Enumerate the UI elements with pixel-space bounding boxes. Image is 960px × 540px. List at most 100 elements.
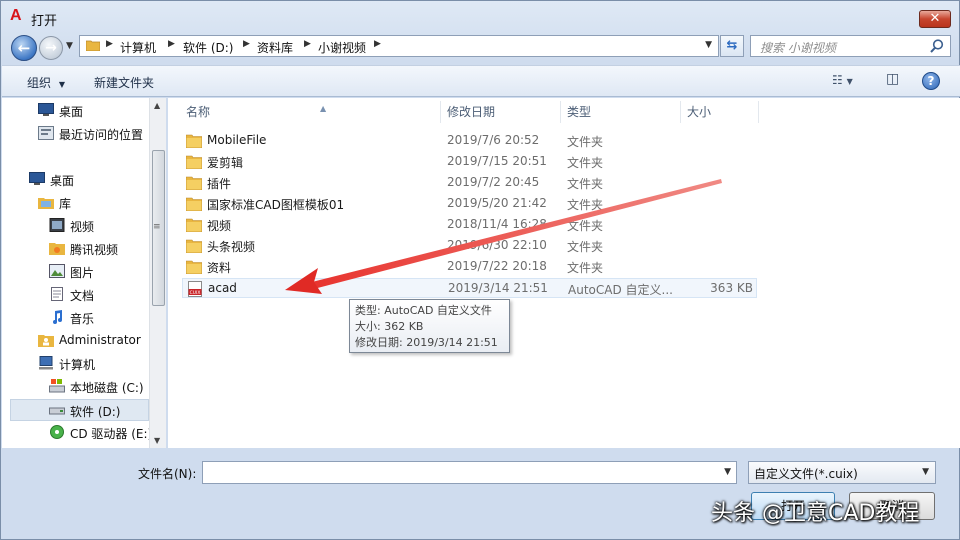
arrow-left-icon: ← xyxy=(17,39,31,57)
preview-pane-icon[interactable]: ◫ xyxy=(886,71,899,87)
nav-item-drive-d[interactable]: 软件 (D:) xyxy=(10,399,149,421)
recent-places-icon xyxy=(38,126,54,140)
file-name: 资料 xyxy=(207,261,232,275)
window-title: 打开 xyxy=(31,14,58,29)
sort-ascending-icon: ▲ xyxy=(320,104,327,113)
tooltip-type: 类型: AutoCAD 自定义文件 xyxy=(355,304,492,317)
breadcrumb-separator[interactable]: ▶ xyxy=(374,39,381,49)
breadcrumb-separator[interactable]: ▶ xyxy=(243,39,250,49)
breadcrumb-drive-d[interactable]: 软件 (D:) xyxy=(183,39,233,56)
back-button[interactable]: ← xyxy=(11,35,37,61)
breadcrumb-computer[interactable]: 计算机 xyxy=(120,39,156,56)
file-tooltip: 类型: AutoCAD 自定义文件 大小: 362 KB 修改日期: 2019/… xyxy=(349,299,510,353)
file-row[interactable]: 视频 2018/11/4 16:28 文件夹 xyxy=(182,215,757,235)
file-list[interactable]: ▲ 名称 修改日期 类型 大小 MobileFile 2019/7/6 20:52… xyxy=(168,98,960,448)
library-icon xyxy=(38,198,54,209)
file-name: 国家标准CAD图框模板01 xyxy=(207,198,345,212)
filename-label: 文件名(N): xyxy=(138,467,197,481)
open-file-dialog: A 打开 ✕ ← → ▼ ▶ 计算机 ▶ 软件 (D:) ▶ 资料库 ▶ 小谢视… xyxy=(0,0,960,540)
file-date: 2019/7/15 20:51 xyxy=(447,154,547,168)
user-folder-icon xyxy=(38,335,54,347)
title-bar[interactable]: A 打开 ✕ xyxy=(1,1,959,35)
scroll-down-icon[interactable]: ▼ xyxy=(154,436,160,445)
folder-icon xyxy=(186,134,202,148)
help-icon[interactable]: ? xyxy=(922,72,940,90)
navigation-pane[interactable]: 桌面 最近访问的位置 桌面 库 视频 腾讯视频 图片 文档 音乐 Adminis… xyxy=(2,98,166,448)
file-date: 2019/7/2 20:45 xyxy=(447,175,540,189)
file-type: AutoCAD 自定义... xyxy=(568,283,673,297)
breadcrumb-separator[interactable]: ▶ xyxy=(304,39,311,49)
filetype-select[interactable]: 自定义文件(*.cuix) ▼ xyxy=(748,461,936,484)
column-header-name[interactable]: ▲ 名称 xyxy=(180,101,441,123)
command-bar: 组织 ▼ 新建文件夹 ☷ ▼ ◫ ? xyxy=(2,65,960,97)
address-bar[interactable]: ▶ 计算机 ▶ 软件 (D:) ▶ 资料库 ▶ 小谢视频 ▶ ▼ xyxy=(79,35,719,57)
cd-drive-icon xyxy=(50,425,64,439)
watermark-text: 头条 @卫意CAD教程 xyxy=(711,501,920,526)
file-type: 文件夹 xyxy=(567,177,604,191)
recent-locations-dropdown[interactable]: ▼ xyxy=(66,41,73,51)
refresh-button[interactable]: ⇆ xyxy=(720,35,744,57)
file-name: 视频 xyxy=(207,219,232,233)
desktop-icon xyxy=(29,172,45,185)
column-header-size[interactable]: 大小 xyxy=(681,101,759,123)
breadcrumb-library[interactable]: 资料库 xyxy=(257,39,293,56)
file-type: 文件夹 xyxy=(567,261,604,275)
filename-combobox[interactable]: ▼ xyxy=(202,461,737,484)
organize-button[interactable]: 组织 ▼ xyxy=(27,74,65,91)
breadcrumb-separator[interactable]: ▶ xyxy=(106,39,113,49)
file-type: 文件夹 xyxy=(567,240,604,254)
folder-icon xyxy=(186,155,202,169)
file-date: 2019/7/22 20:18 xyxy=(447,259,547,273)
breadcrumb-separator[interactable]: ▶ xyxy=(168,39,175,49)
organize-label: 组织 xyxy=(27,76,52,90)
file-row[interactable]: 爱剪辑 2019/7/15 20:51 文件夹 xyxy=(182,152,757,172)
nav-scrollbar[interactable]: ▲ ≡ ▼ xyxy=(149,98,166,448)
column-header-type[interactable]: 类型 xyxy=(561,101,681,123)
file-type: 文件夹 xyxy=(567,135,604,149)
folder-icon xyxy=(186,176,202,190)
file-row[interactable]: MobileFile 2019/7/6 20:52 文件夹 xyxy=(182,131,757,151)
autocad-app-icon: A xyxy=(10,7,22,24)
scroll-up-icon[interactable]: ▲ xyxy=(154,101,160,110)
file-row[interactable]: 国家标准CAD图框模板01 2019/5/20 21:42 文件夹 xyxy=(182,194,757,214)
column-header-date[interactable]: 修改日期 xyxy=(441,101,561,123)
file-date: 2019/7/6 20:52 xyxy=(447,133,540,147)
file-row[interactable]: 插件 2019/7/2 20:45 文件夹 xyxy=(182,173,757,193)
file-name: acad xyxy=(208,281,237,295)
file-date: 2019/6/30 22:10 xyxy=(447,238,547,252)
search-input[interactable]: 搜索 小谢视频 xyxy=(760,39,836,56)
chevron-down-icon[interactable]: ▼ xyxy=(724,467,731,477)
file-date: 2019/3/14 21:51 xyxy=(448,281,548,295)
computer-icon xyxy=(39,356,53,370)
svg-text:CUIX: CUIX xyxy=(190,290,201,296)
file-name: 头条视频 xyxy=(207,240,256,254)
refresh-icon: ⇆ xyxy=(726,38,738,53)
desktop-icon xyxy=(38,103,54,116)
scroll-grip-icon: ≡ xyxy=(153,222,161,232)
drive-icon xyxy=(49,407,65,415)
search-box[interactable]: 搜索 小谢视频 xyxy=(750,35,951,57)
tooltip-modified: 修改日期: 2019/3/14 21:51 xyxy=(355,336,498,349)
local-disk-icon xyxy=(49,379,65,393)
search-icon xyxy=(930,39,944,53)
file-name: MobileFile xyxy=(207,133,267,147)
folder-icon xyxy=(186,239,202,253)
file-date: 2018/11/4 16:28 xyxy=(447,217,547,231)
breadcrumb-current-folder[interactable]: 小谢视频 xyxy=(318,39,366,56)
file-size: 363 KB xyxy=(710,281,753,295)
forward-button[interactable]: → xyxy=(39,36,63,60)
music-icon xyxy=(53,310,62,324)
folder-icon xyxy=(86,40,100,51)
new-folder-button[interactable]: 新建文件夹 xyxy=(94,74,154,91)
file-row[interactable]: 资料 2019/7/22 20:18 文件夹 xyxy=(182,257,757,277)
file-name: 插件 xyxy=(207,177,232,191)
file-row[interactable]: 头条视频 2019/6/30 22:10 文件夹 xyxy=(182,236,757,256)
close-button[interactable]: ✕ xyxy=(919,10,951,28)
file-type: 文件夹 xyxy=(567,156,604,170)
tooltip-size: 大小: 362 KB xyxy=(355,320,424,333)
video-library-icon xyxy=(49,218,65,232)
address-dropdown[interactable]: ▼ xyxy=(705,40,712,50)
cuix-file-icon: CUIX xyxy=(188,281,202,297)
file-row[interactable]: CUIX acad 2019/3/14 21:51 AutoCAD 自定义... 363… xyxy=(182,278,757,298)
view-options-icon[interactable]: ☷ ▼ xyxy=(832,73,853,87)
